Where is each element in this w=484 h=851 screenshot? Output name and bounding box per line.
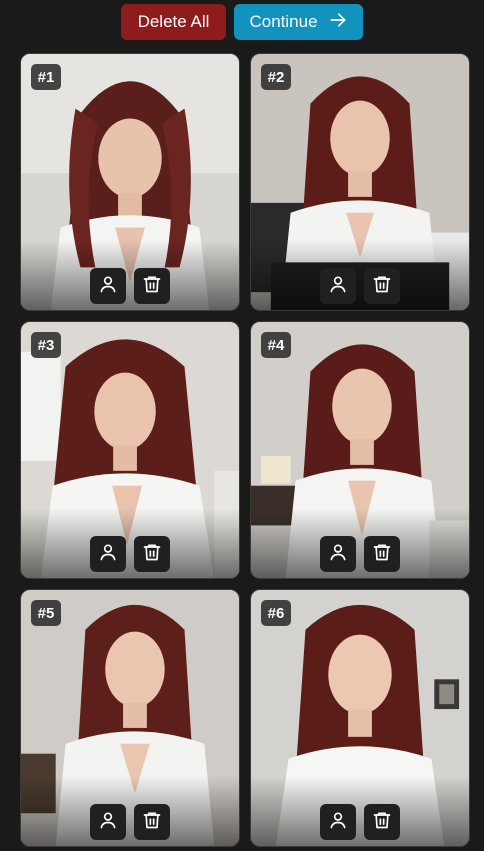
- image-card[interactable]: #5: [20, 589, 240, 847]
- arrow-right-icon: [328, 10, 348, 35]
- delete-all-button[interactable]: Delete All: [121, 4, 226, 40]
- set-face-button[interactable]: [90, 536, 126, 572]
- delete-all-label: Delete All: [137, 12, 210, 31]
- delete-image-button[interactable]: [364, 804, 400, 840]
- image-number-badge: #2: [261, 64, 291, 90]
- image-card[interactable]: #3: [20, 321, 240, 579]
- person-icon: [98, 810, 118, 835]
- card-actions: [21, 536, 239, 572]
- image-number-badge: #1: [31, 64, 61, 90]
- delete-image-button[interactable]: [134, 268, 170, 304]
- image-card[interactable]: #6: [250, 589, 470, 847]
- image-card[interactable]: #2: [250, 53, 470, 311]
- delete-image-button[interactable]: [364, 268, 400, 304]
- set-face-button[interactable]: [320, 536, 356, 572]
- person-icon: [328, 542, 348, 567]
- continue-button[interactable]: Continue: [234, 4, 363, 40]
- trash-icon: [142, 274, 162, 299]
- trash-icon: [372, 542, 392, 567]
- image-card[interactable]: #1: [20, 53, 240, 311]
- card-actions: [21, 804, 239, 840]
- delete-image-button[interactable]: [364, 536, 400, 572]
- person-icon: [98, 542, 118, 567]
- image-card[interactable]: #4: [250, 321, 470, 579]
- image-number-badge: #4: [261, 332, 291, 358]
- image-number-badge: #5: [31, 600, 61, 626]
- card-actions: [251, 536, 469, 572]
- trash-icon: [372, 274, 392, 299]
- delete-image-button[interactable]: [134, 804, 170, 840]
- image-number-badge: #6: [261, 600, 291, 626]
- trash-icon: [142, 542, 162, 567]
- continue-label: Continue: [249, 12, 318, 31]
- person-icon: [98, 274, 118, 299]
- top-toolbar: Delete All Continue: [0, 0, 484, 46]
- card-actions: [251, 268, 469, 304]
- trash-icon: [372, 810, 392, 835]
- image-number-badge: #3: [31, 332, 61, 358]
- image-grid: #1 #2 #3 #4 #5 #6: [20, 53, 470, 847]
- card-actions: [251, 804, 469, 840]
- trash-icon: [142, 810, 162, 835]
- person-icon: [328, 810, 348, 835]
- set-face-button[interactable]: [90, 804, 126, 840]
- set-face-button[interactable]: [320, 804, 356, 840]
- set-face-button[interactable]: [320, 268, 356, 304]
- person-icon: [328, 274, 348, 299]
- set-face-button[interactable]: [90, 268, 126, 304]
- card-actions: [21, 268, 239, 304]
- delete-image-button[interactable]: [134, 536, 170, 572]
